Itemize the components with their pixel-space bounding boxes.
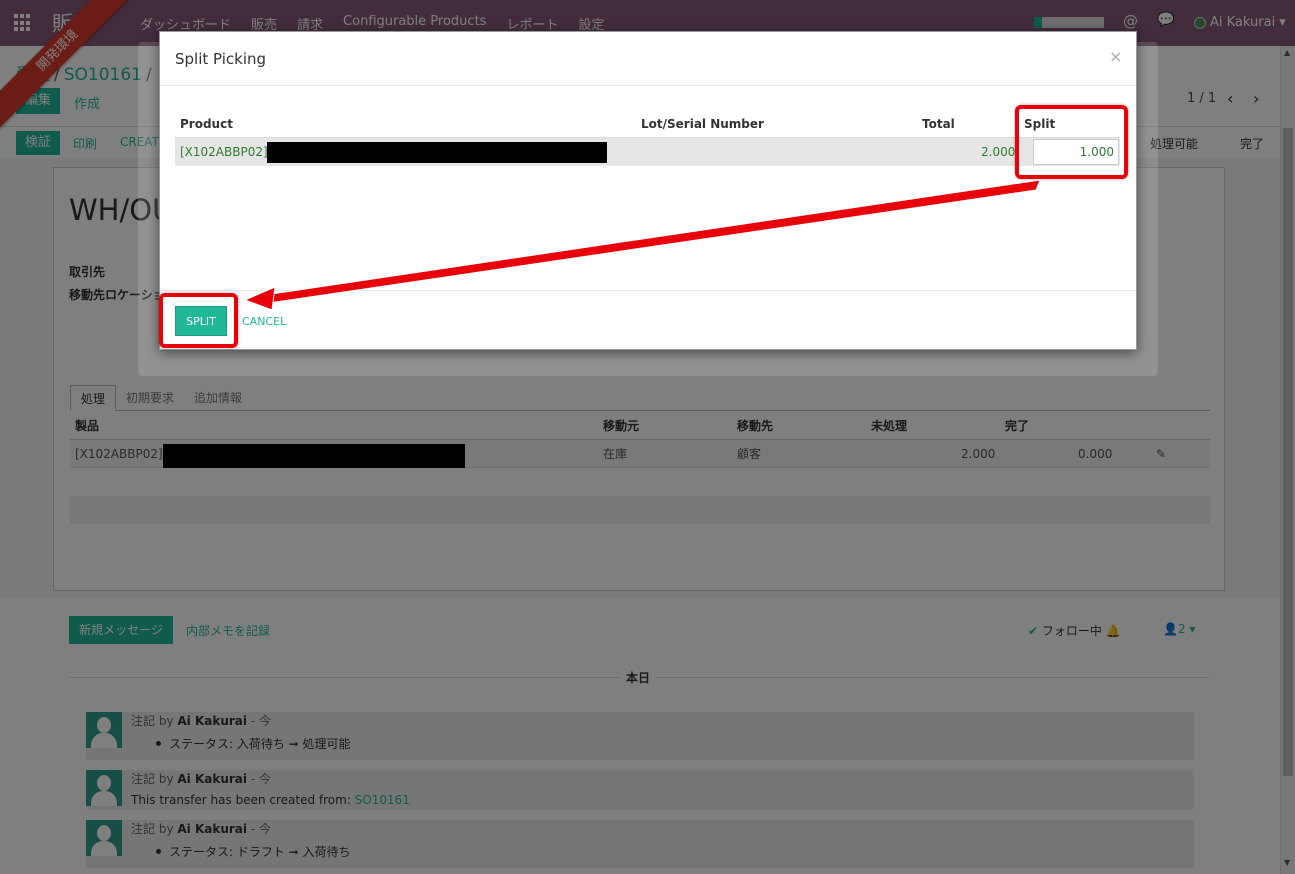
modal-header-divider (160, 85, 1136, 86)
cancel-button[interactable]: CANCEL (242, 315, 286, 328)
col-total: Total (922, 117, 955, 131)
table-header: Product Lot/Serial Number Total Split (175, 110, 1120, 138)
close-icon[interactable]: × (1109, 47, 1122, 66)
redacted-block (267, 142, 607, 163)
row-product: [X102ABBP02] (180, 145, 268, 159)
split-button-highlight (159, 293, 238, 348)
col-lot-serial: Lot/Serial Number (641, 117, 764, 131)
split-table: Product Lot/Serial Number Total Split [X… (175, 110, 1120, 166)
col-product: Product (180, 117, 233, 131)
modal-title: Split Picking (175, 50, 267, 68)
modal-footer-divider (160, 290, 1136, 291)
table-row[interactable]: [X102ABBP02] 2.000 (175, 138, 1120, 166)
split-picking-dialog: Split Picking × Product Lot/Serial Numbe… (159, 31, 1137, 350)
split-field-highlight (1015, 105, 1128, 179)
row-total: 2.000 (981, 145, 1016, 159)
